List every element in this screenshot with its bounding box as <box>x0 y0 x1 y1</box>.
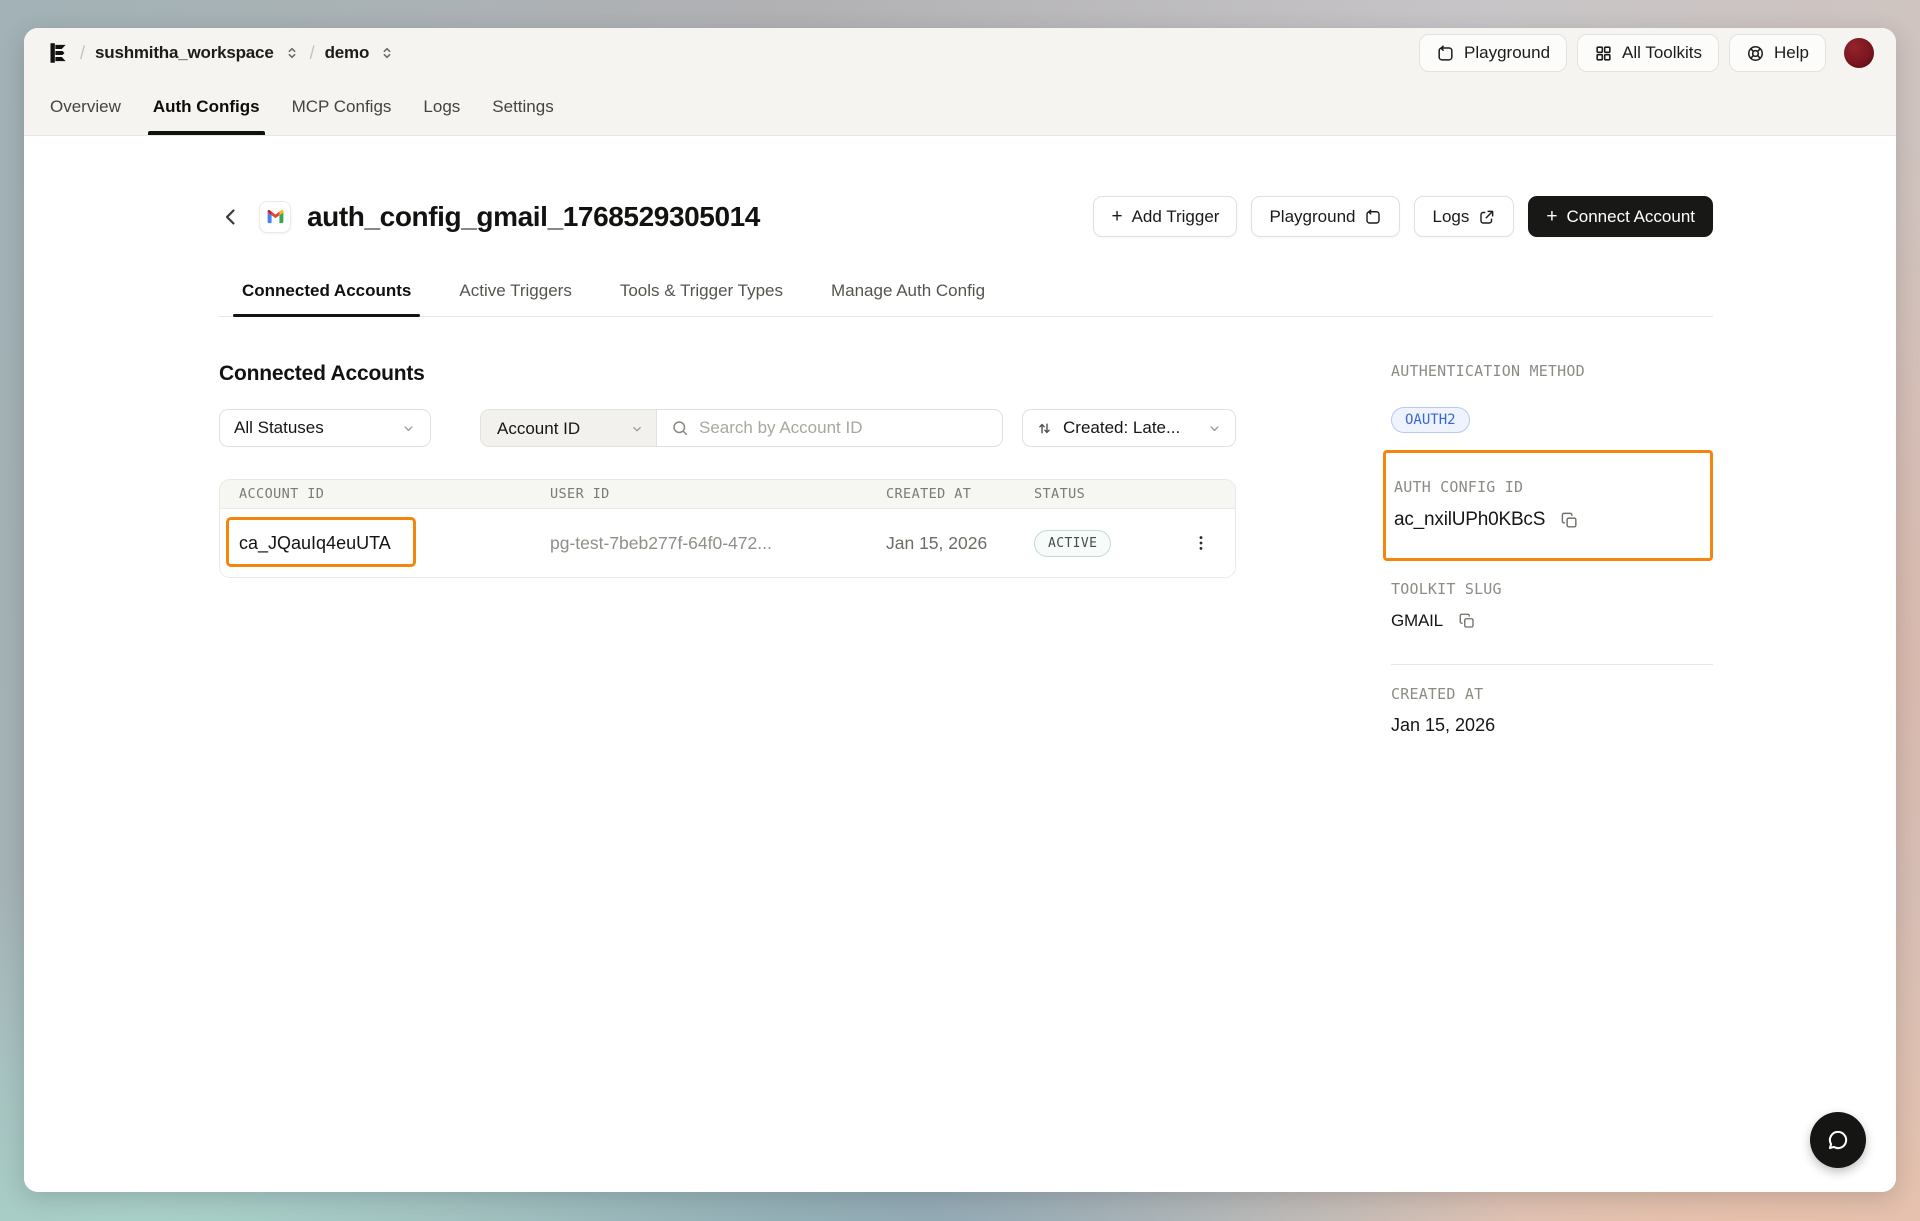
highlight-box-auth-config-id: AUTH CONFIG ID ac_nxilUPh0KBcS <box>1383 450 1713 561</box>
workspace-switcher-icon[interactable] <box>284 45 300 61</box>
page-title-row: auth_config_gmail_1768529305014 + Add Tr… <box>219 136 1713 237</box>
tab-auth-configs[interactable]: Auth Configs <box>152 97 261 135</box>
project-name[interactable]: demo <box>325 43 370 63</box>
gmail-icon <box>259 201 291 233</box>
row-menu-button[interactable] <box>1191 533 1211 553</box>
grid-icon <box>1594 44 1613 63</box>
table-row[interactable]: ca_JQauIq4euUTA pg-test-7beb277f-64f0-47… <box>220 509 1235 577</box>
playground-label: Playground <box>1464 43 1550 63</box>
breadcrumb-separator: / <box>80 43 85 64</box>
search-icon <box>671 419 689 437</box>
chat-bubble-icon <box>1825 1127 1851 1153</box>
main-nav-tabs: Overview Auth Configs MCP Configs Logs S… <box>24 78 1896 136</box>
search-combo: Account ID <box>480 409 1003 447</box>
created-at-cell: Jan 15, 2026 <box>886 533 1034 554</box>
account-id-cell[interactable]: ca_JQauIq4euUTA <box>239 533 391 553</box>
tab-overview[interactable]: Overview <box>49 97 122 135</box>
col-header-account-id: ACCOUNT ID <box>220 486 550 502</box>
logs-button[interactable]: Logs <box>1414 196 1514 237</box>
auth-method-label: AUTHENTICATION METHOD <box>1391 362 1713 380</box>
col-header-status: STATUS <box>1034 486 1189 502</box>
tab-settings[interactable]: Settings <box>491 97 554 135</box>
toolkit-slug-label: TOOLKIT SLUG <box>1391 580 1713 598</box>
connected-accounts-section: Connected Accounts All Statuses Account … <box>219 362 1236 736</box>
search-field-value: Account ID <box>497 419 580 439</box>
section-heading: Connected Accounts <box>219 362 1236 386</box>
external-link-icon <box>1478 208 1496 226</box>
plus-icon: + <box>1546 207 1557 226</box>
account-id-value: ca_JQauIq4euUTA <box>239 533 391 553</box>
chevron-down-icon <box>401 421 416 436</box>
table-header-row: ACCOUNT ID USER ID CREATED AT STATUS <box>220 480 1235 509</box>
page-actions: + Add Trigger Playground Logs <box>1093 196 1713 237</box>
toolkit-slug-value: GMAIL <box>1391 611 1443 631</box>
sort-value: Created: Late... <box>1063 418 1180 438</box>
add-trigger-label: Add Trigger <box>1132 207 1220 227</box>
back-button[interactable] <box>219 205 245 229</box>
tab-logs[interactable]: Logs <box>422 97 461 135</box>
app-window: / sushmitha_workspace / demo Playground <box>24 28 1896 1192</box>
chevron-down-icon <box>630 422 644 436</box>
add-trigger-button[interactable]: + Add Trigger <box>1093 196 1237 237</box>
breadcrumb: / sushmitha_workspace / demo <box>44 40 395 66</box>
accounts-table: ACCOUNT ID USER ID CREATED AT STATUS ca_… <box>219 479 1236 578</box>
playground-button[interactable]: Playground <box>1419 34 1567 72</box>
tab-mcp-configs[interactable]: MCP Configs <box>291 97 393 135</box>
plus-icon: + <box>1111 207 1122 226</box>
workspace-name[interactable]: sushmitha_workspace <box>95 43 274 63</box>
col-header-created-at: CREATED AT <box>886 486 1034 502</box>
oauth2-badge: OAUTH2 <box>1391 407 1470 433</box>
copy-icon[interactable] <box>1458 612 1476 630</box>
col-header-user-id: USER ID <box>550 486 886 502</box>
detail-tabs: Connected Accounts Active Triggers Tools… <box>219 281 1713 317</box>
config-sidebar: AUTHENTICATION METHOD OAUTH2 AUTH CONFIG… <box>1391 362 1713 736</box>
user-id-cell: pg-test-7beb277f-64f0-472... <box>550 533 886 554</box>
chevron-down-icon <box>1207 421 1222 436</box>
sort-arrows-icon <box>1036 420 1053 437</box>
created-at-label: CREATED AT <box>1391 685 1713 703</box>
help-label: Help <box>1774 43 1809 63</box>
user-avatar[interactable] <box>1844 38 1874 68</box>
tab-manage-auth-config[interactable]: Manage Auth Config <box>822 281 994 316</box>
page-content: auth_config_gmail_1768529305014 + Add Tr… <box>24 136 1896 1192</box>
project-switcher-icon[interactable] <box>379 45 395 61</box>
connect-account-label: Connect Account <box>1566 207 1695 227</box>
tab-active-triggers[interactable]: Active Triggers <box>450 281 580 316</box>
chat-fab-button[interactable] <box>1810 1112 1866 1168</box>
search-input[interactable] <box>699 418 988 438</box>
tab-connected-accounts[interactable]: Connected Accounts <box>233 281 420 316</box>
help-button[interactable]: Help <box>1729 34 1826 72</box>
sidebar-divider <box>1391 664 1713 665</box>
status-filter-value: All Statuses <box>234 418 324 438</box>
logs-label: Logs <box>1432 207 1469 227</box>
sort-select[interactable]: Created: Late... <box>1022 409 1236 447</box>
help-lifebuoy-icon <box>1746 44 1765 63</box>
filters-row: All Statuses Account ID <box>219 409 1236 447</box>
composio-logo-icon[interactable] <box>44 40 70 66</box>
status-filter-select[interactable]: All Statuses <box>219 409 431 447</box>
connect-account-button[interactable]: + Connect Account <box>1528 196 1713 237</box>
tab-tools-trigger-types[interactable]: Tools & Trigger Types <box>611 281 792 316</box>
header-actions: Playground All Toolkits Help <box>1419 34 1874 72</box>
auth-config-id-label: AUTH CONFIG ID <box>1394 478 1702 496</box>
status-badge: ACTIVE <box>1034 530 1111 557</box>
created-at-value: Jan 15, 2026 <box>1391 715 1713 736</box>
copy-icon[interactable] <box>1560 511 1579 530</box>
all-toolkits-button[interactable]: All Toolkits <box>1577 34 1719 72</box>
playground-page-label: Playground <box>1269 207 1355 227</box>
all-toolkits-label: All Toolkits <box>1622 43 1702 63</box>
playground-page-button[interactable]: Playground <box>1251 196 1400 237</box>
playground-icon <box>1436 44 1455 63</box>
search-box <box>657 410 1002 446</box>
search-field-select[interactable]: Account ID <box>481 410 657 447</box>
auth-config-id-value: ac_nxilUPh0KBcS <box>1394 509 1545 531</box>
page-title: auth_config_gmail_1768529305014 <box>307 201 760 233</box>
breadcrumb-separator: / <box>310 43 315 64</box>
top-header: / sushmitha_workspace / demo Playground <box>24 28 1896 78</box>
playground-icon <box>1364 208 1382 226</box>
